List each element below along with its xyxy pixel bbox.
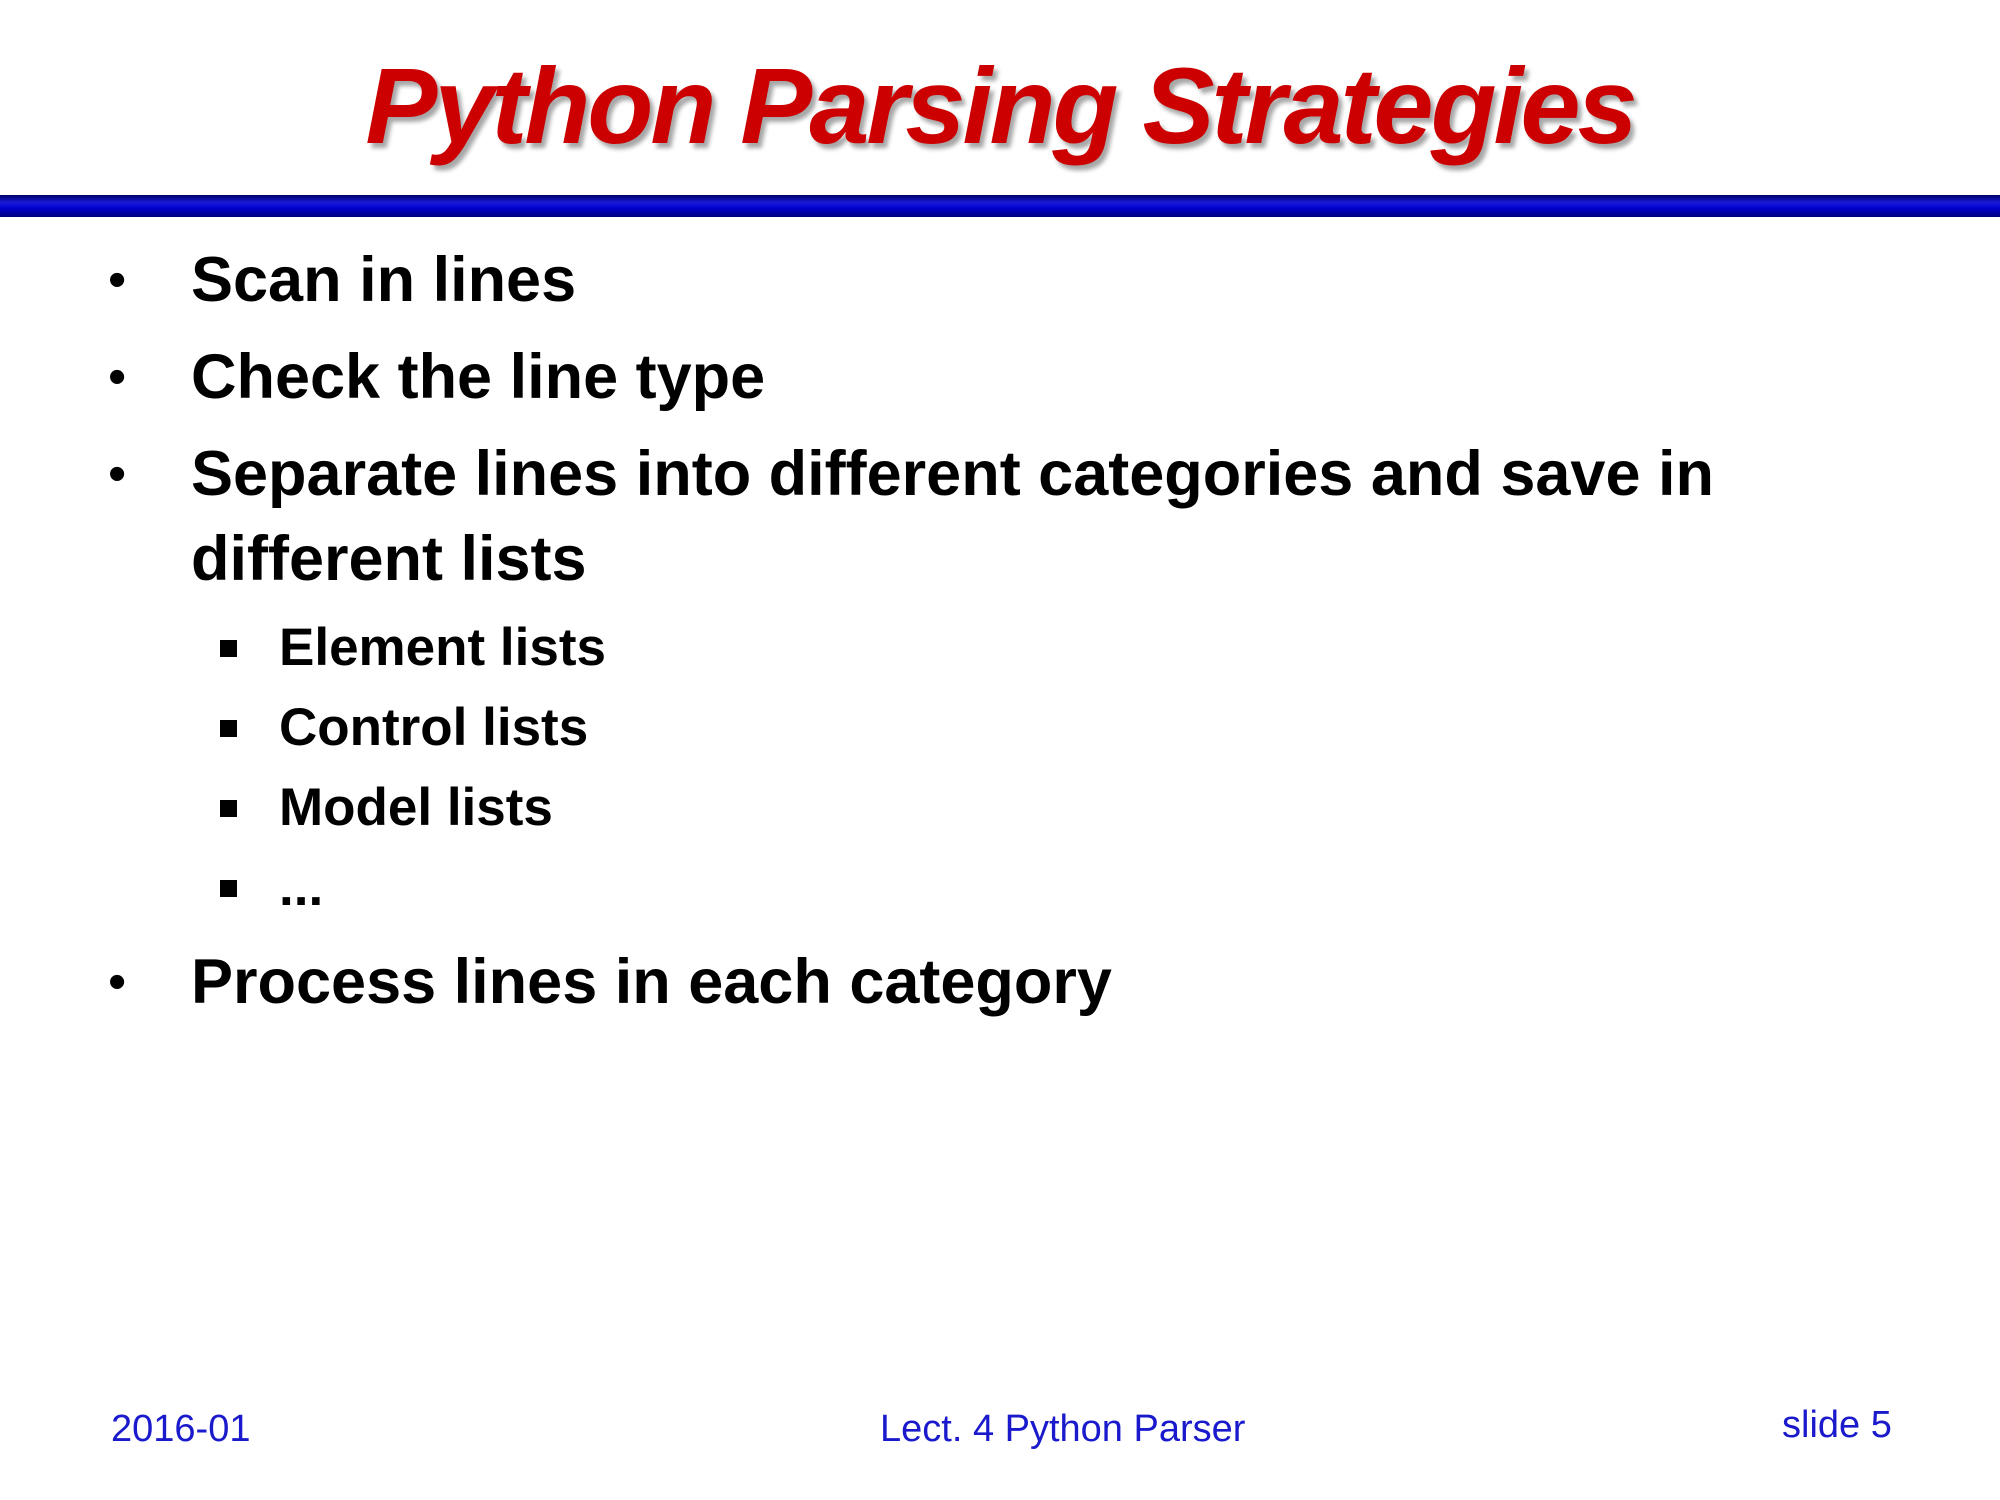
bullet-list: • Scan in lines • Check the line type • … <box>0 238 2000 1037</box>
bullet-text: Separate lines into different categories… <box>191 439 1714 594</box>
round-bullet-icon: • <box>108 953 127 1011</box>
sub-bullet-item: Control lists <box>0 688 2000 768</box>
footer-date: 2016-01 <box>111 1408 251 1450</box>
bullet-text: Process lines in each category <box>191 947 1112 1017</box>
sub-bullet-text: ... <box>279 858 324 917</box>
slide-title: Python Parsing Strategies <box>365 45 1637 166</box>
sub-bullet-text: Model lists <box>279 778 553 837</box>
square-bullet-icon <box>220 880 237 897</box>
sub-bullet-text: Element lists <box>279 618 606 677</box>
footer-slide-number: slide 5 <box>1782 1404 1892 1446</box>
square-bullet-icon <box>220 800 237 817</box>
footer-lecture: Lect. 4 Python Parser <box>880 1408 1246 1450</box>
sub-bullet-item: ... <box>0 848 2000 928</box>
round-bullet-icon: • <box>108 445 127 503</box>
bullet-item: • Separate lines into different categori… <box>0 432 1831 602</box>
sub-bullet-list: Element lists Control lists Model lists … <box>0 608 2000 928</box>
bullet-text: Scan in lines <box>191 245 577 315</box>
sub-bullet-item: Model lists <box>0 768 2000 848</box>
square-bullet-icon <box>220 640 237 657</box>
round-bullet-icon: • <box>108 251 127 309</box>
bullet-item: • Scan in lines <box>0 238 1831 323</box>
slide: Python Parsing Strategies • Scan in line… <box>0 0 2000 1500</box>
bullet-item: • Check the line type <box>0 335 1831 420</box>
bullet-item: • Process lines in each category <box>0 940 1831 1025</box>
round-bullet-icon: • <box>108 348 127 406</box>
sub-bullet-text: Control lists <box>279 698 589 757</box>
bullet-text: Check the line type <box>191 342 766 412</box>
square-bullet-icon <box>220 720 237 737</box>
title-divider <box>0 195 2000 217</box>
sub-bullet-item: Element lists <box>0 608 2000 688</box>
